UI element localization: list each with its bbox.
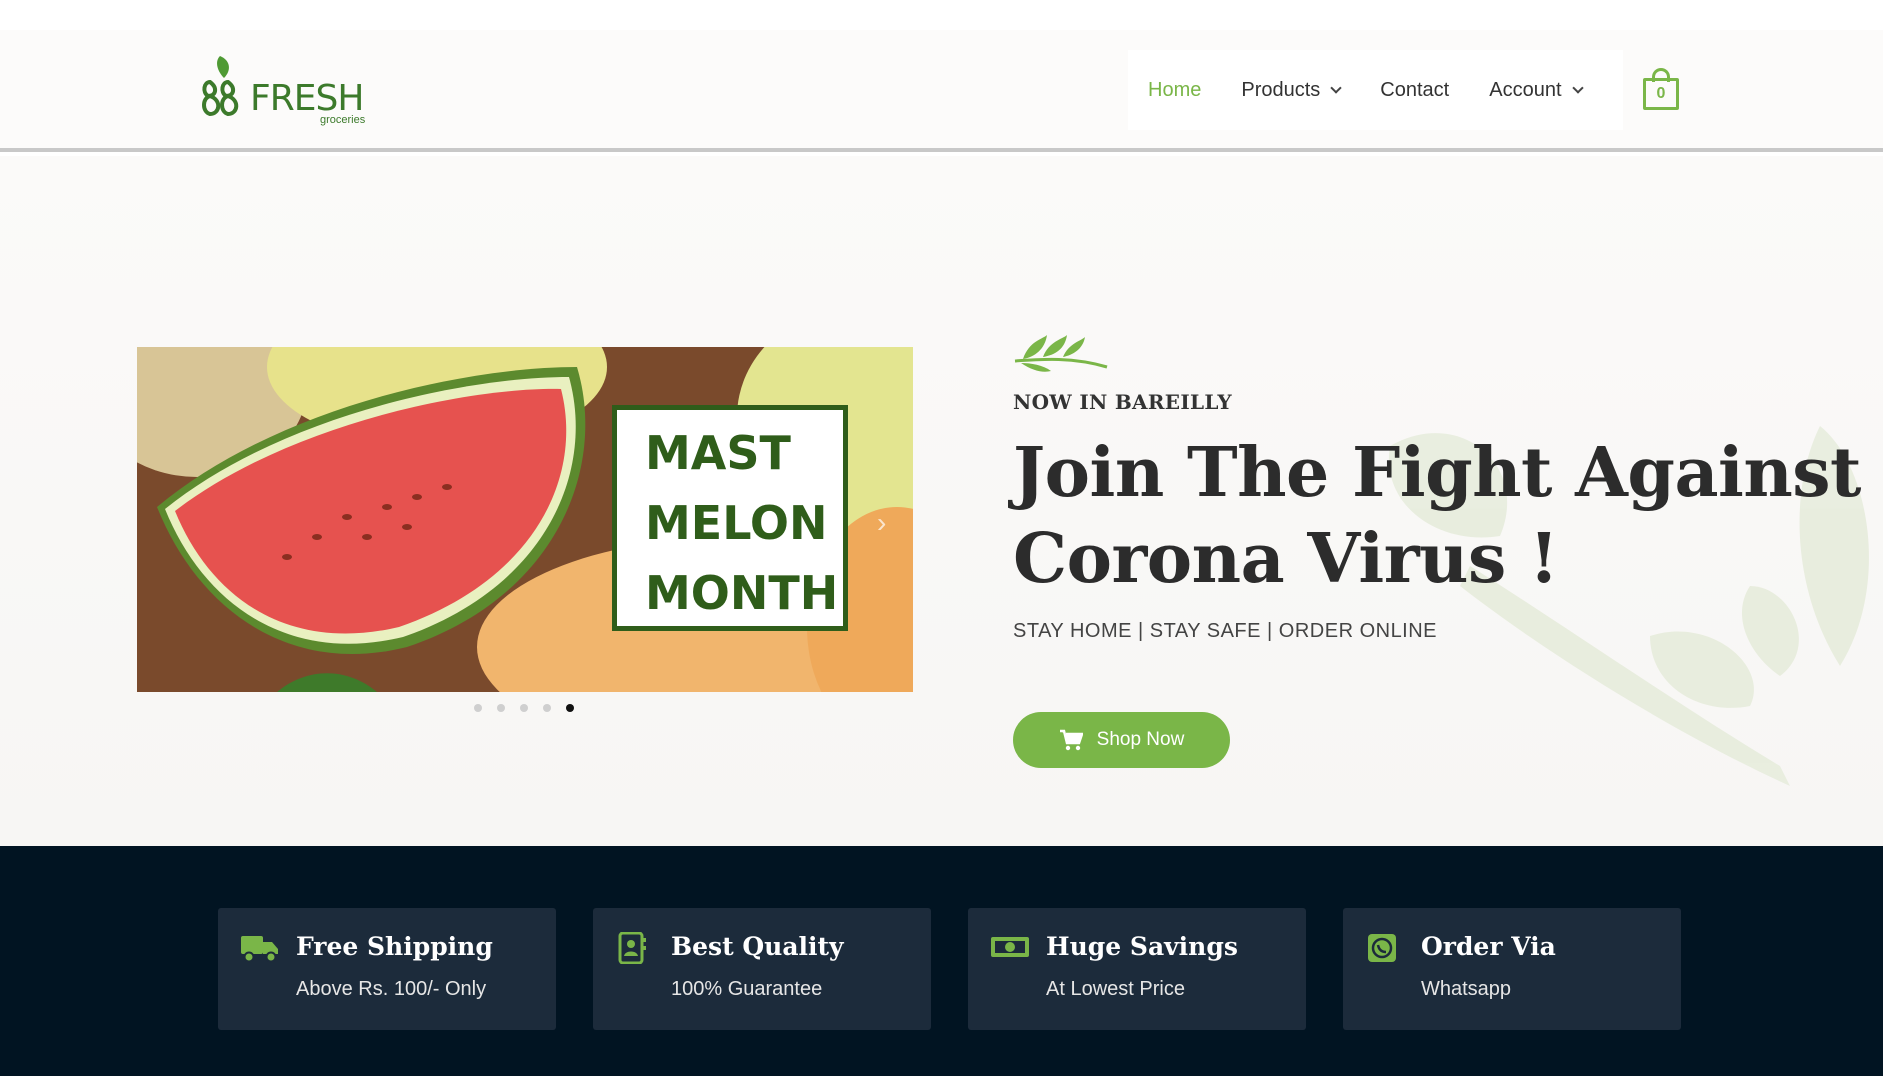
chevron-down-icon xyxy=(1571,82,1584,94)
hero-headline-line-1: Join The Fight Against xyxy=(1013,433,1861,513)
nav-account-label: Account xyxy=(1489,78,1562,101)
promo-line-1: MAST xyxy=(645,426,791,480)
nav-products-label: Products xyxy=(1241,78,1321,101)
nav-contact[interactable]: Contact xyxy=(1380,79,1449,102)
nav-home-label: Home xyxy=(1148,78,1202,101)
logo[interactable]: FRESH groceries xyxy=(200,52,370,132)
main-nav: Home Products Contact Account xyxy=(1128,50,1623,130)
cart-icon xyxy=(1059,729,1083,751)
promo-label-box: MAST MELON MONTH xyxy=(612,405,848,631)
hero-text: NOW IN BAREILLY Join The Fight Against C… xyxy=(1013,331,1873,768)
logo-subtext: groceries xyxy=(320,114,366,126)
money-bill-icon xyxy=(991,937,1029,957)
feature-subtitle: 100% Guarantee xyxy=(671,978,823,1000)
promo-line-3: MONTH xyxy=(645,566,839,620)
truck-icon xyxy=(241,936,278,963)
hero-section: MAST MELON MONTH › NOW IN BAREILLY Join … xyxy=(0,156,1883,846)
contact-book-icon xyxy=(618,932,646,964)
feature-card-savings: Huge Savings At Lowest Price xyxy=(968,908,1306,1030)
feature-card-order: Order Via Whatsapp xyxy=(1343,908,1681,1030)
hero-headline-line-2: Corona Virus ! xyxy=(1013,519,1559,599)
feature-card-quality: Best Quality 100% Guarantee xyxy=(593,908,931,1030)
nav-account[interactable]: Account xyxy=(1489,78,1584,102)
feature-title: Huge Savings xyxy=(1046,932,1238,961)
chevron-right-icon[interactable]: › xyxy=(877,507,886,539)
nav-contact-label: Contact xyxy=(1380,78,1450,101)
features-bar: Free Shipping Above Rs. 100/- Only Best … xyxy=(0,846,1883,1076)
feature-title: Free Shipping xyxy=(296,932,493,961)
feature-title: Best Quality xyxy=(671,932,844,961)
feature-title: Order Via xyxy=(1421,932,1556,961)
feature-subtitle: Whatsapp xyxy=(1421,978,1512,1000)
hero-headline: Join The Fight Against Corona Virus ! xyxy=(1013,430,1873,602)
feature-subtitle: At Lowest Price xyxy=(1046,978,1185,1000)
slider-dots xyxy=(474,704,574,712)
slider-dot[interactable] xyxy=(474,704,482,712)
slider-dot[interactable] xyxy=(497,704,505,712)
shop-now-button[interactable]: Shop Now xyxy=(1013,712,1230,768)
cart-count: 0 xyxy=(1643,78,1679,110)
leaf-sprig-icon xyxy=(1014,335,1108,372)
whatsapp-icon xyxy=(1368,934,1396,962)
hero-slider[interactable]: MAST MELON MONTH › xyxy=(137,347,913,692)
nav-products[interactable]: Products xyxy=(1241,78,1342,102)
site-header: FRESH groceries Home Products Contact Ac… xyxy=(0,30,1883,152)
slider-dot-active[interactable] xyxy=(566,704,574,712)
slider-dot[interactable] xyxy=(543,704,551,712)
feature-card-shipping: Free Shipping Above Rs. 100/- Only xyxy=(218,908,556,1030)
cart-button[interactable]: 0 xyxy=(1643,68,1679,110)
chevron-down-icon xyxy=(1330,82,1342,94)
slider-dot[interactable] xyxy=(520,704,528,712)
hero-tagline: STAY HOME | STAY SAFE | ORDER ONLINE xyxy=(1013,620,1438,642)
promo-line-2: MELON xyxy=(645,496,828,550)
shop-now-label: Shop Now xyxy=(1096,729,1185,750)
hero-eyebrow: NOW IN BAREILLY xyxy=(1013,390,1232,414)
nav-home[interactable]: Home xyxy=(1148,79,1201,102)
feature-subtitle: Above Rs. 100/- Only xyxy=(296,978,487,1000)
logo-text: FRESH xyxy=(250,78,364,119)
